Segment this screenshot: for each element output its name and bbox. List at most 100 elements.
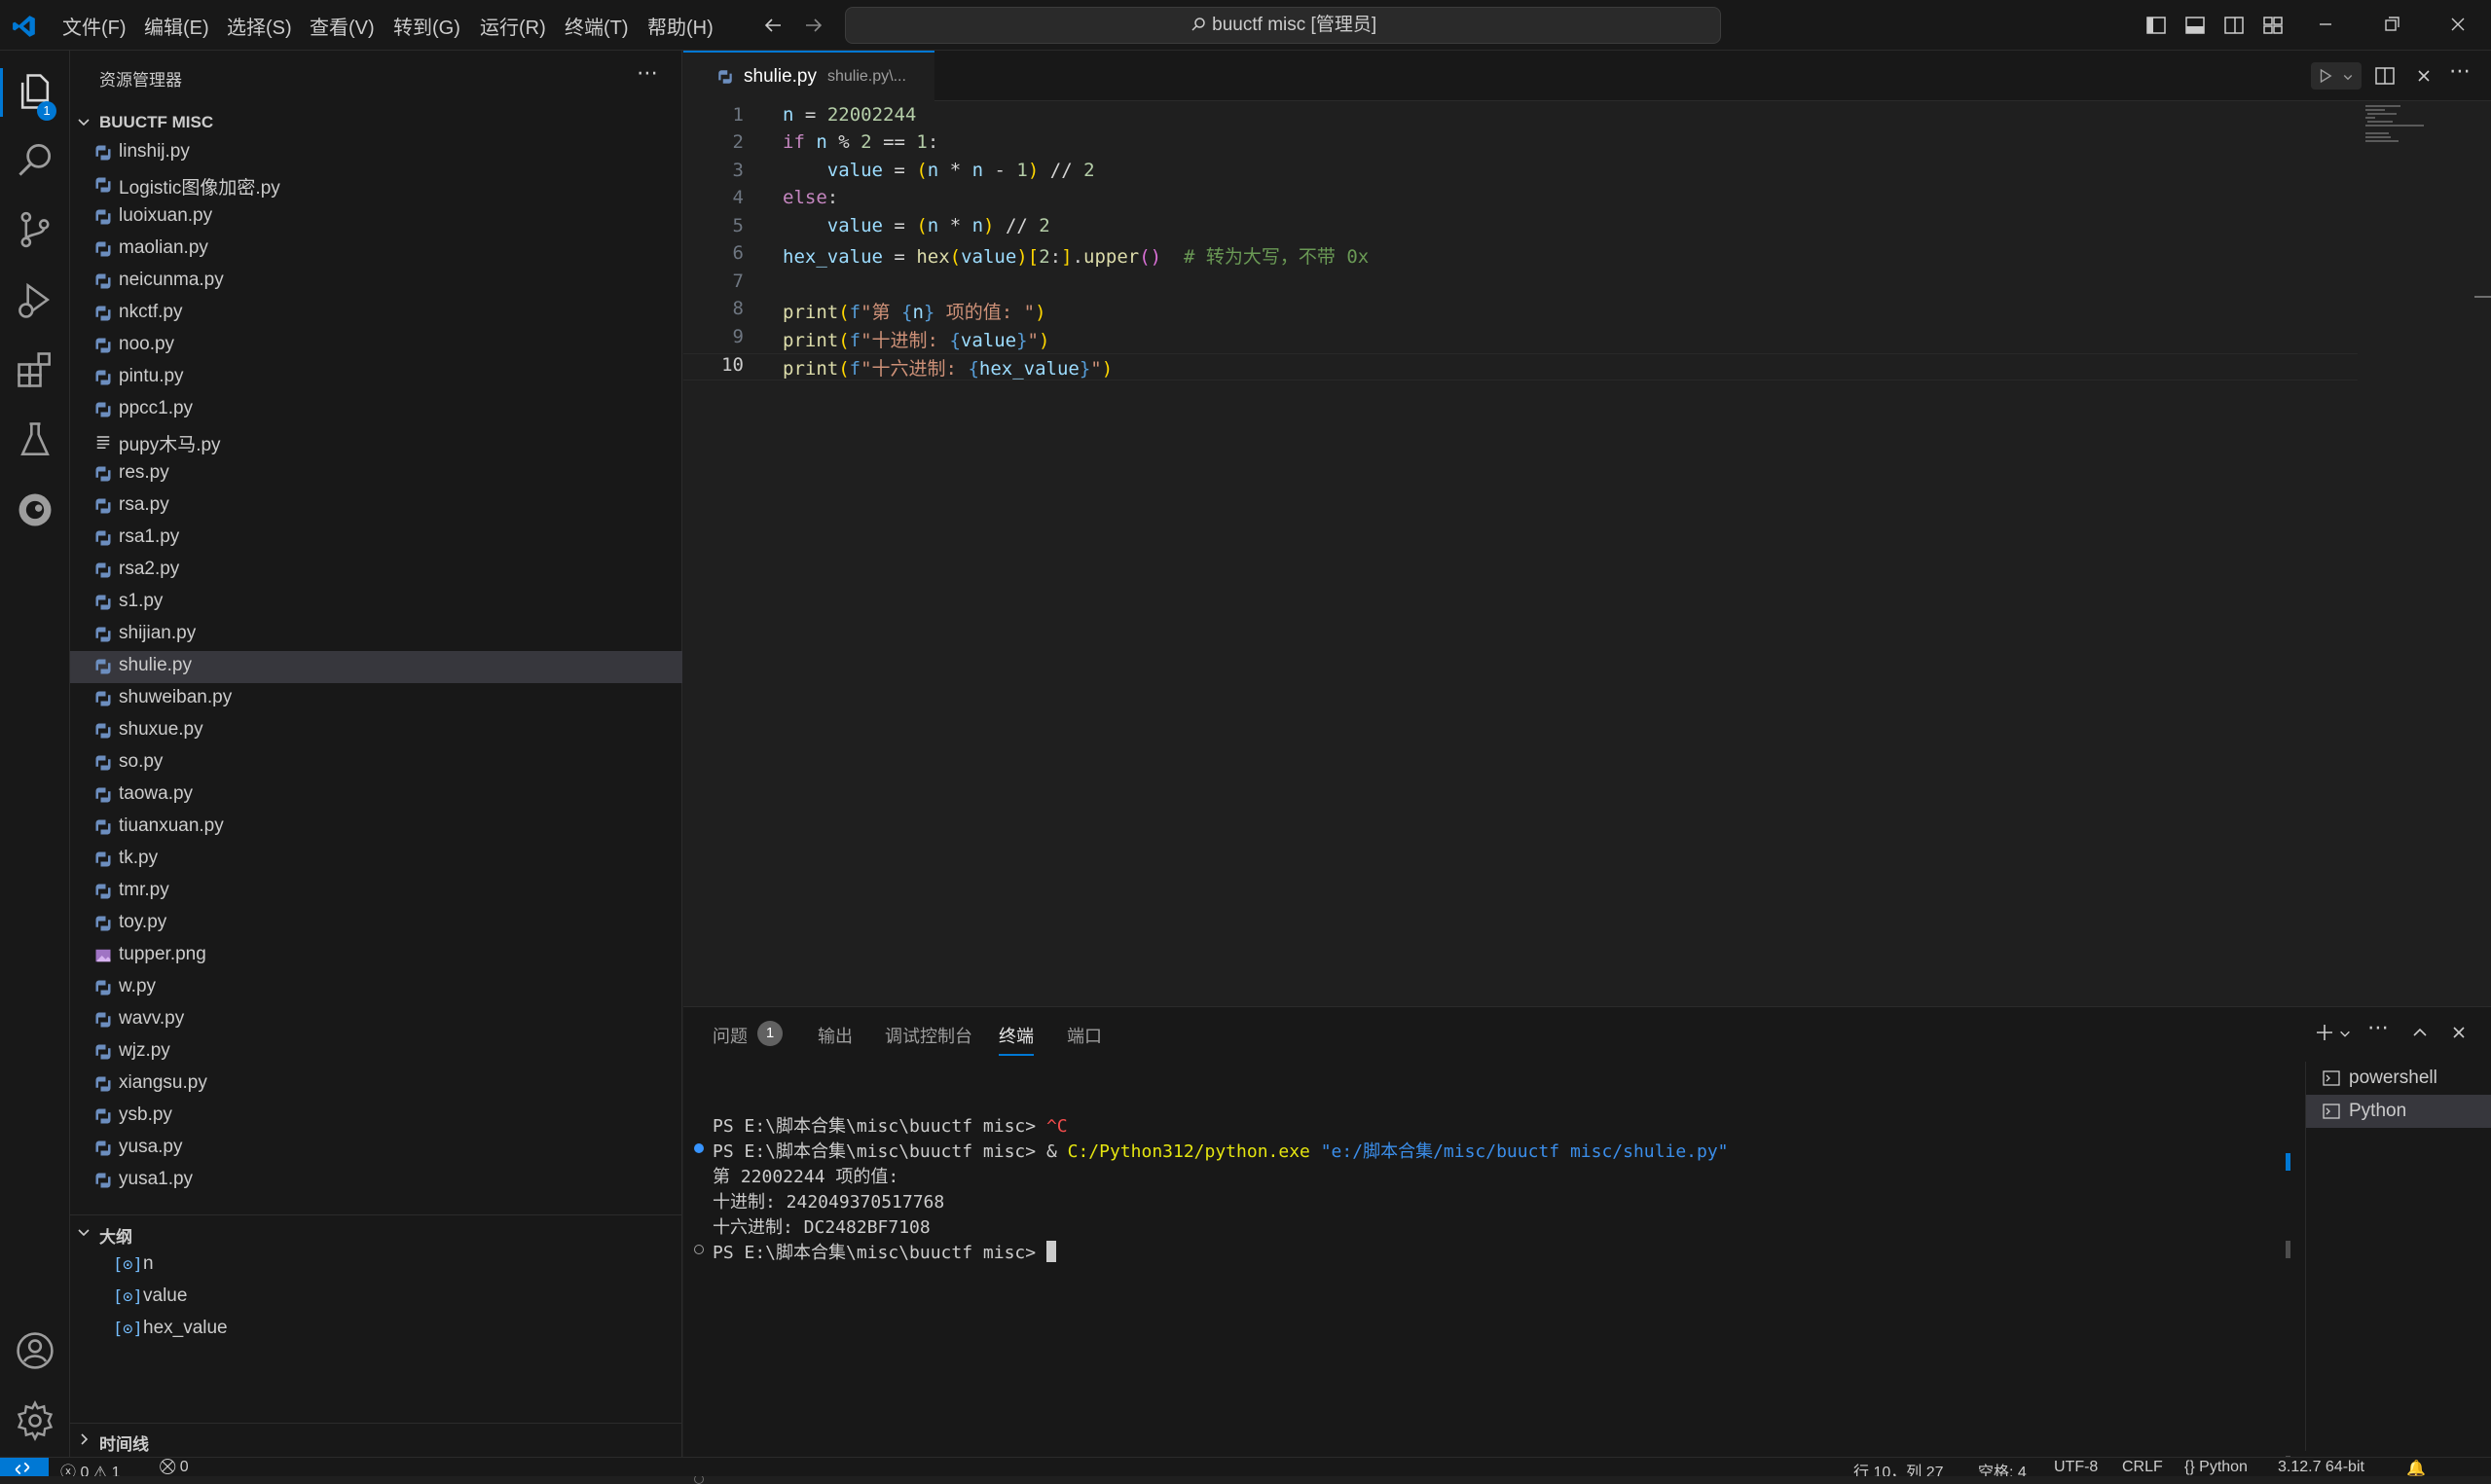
file-tree-item[interactable]: rsa2.py bbox=[70, 555, 682, 587]
menu-go[interactable]: 转到(G) bbox=[393, 12, 460, 40]
code-editor[interactable]: 1n = 22002244 2 if n % 2 == 1: 3 value = … bbox=[683, 101, 2491, 1006]
tab-output[interactable]: 输出 bbox=[818, 1023, 853, 1048]
tab-ports[interactable]: 端口 bbox=[1067, 1023, 1102, 1048]
file-name: w.py bbox=[119, 976, 157, 996]
eol-status[interactable]: CRLF bbox=[2122, 1459, 2163, 1476]
file-tree-item[interactable]: rsa1.py bbox=[70, 523, 682, 555]
command-success-dot[interactable] bbox=[694, 1143, 704, 1153]
file-tree-item[interactable]: neicunma.py bbox=[70, 266, 682, 298]
problems-status[interactable]: ⓧ 0 ⚠ 1 bbox=[60, 1459, 121, 1476]
file-tree-item[interactable]: yusa1.py bbox=[70, 1165, 682, 1197]
python-interpreter[interactable]: 3.12.7 64-bit bbox=[2278, 1459, 2364, 1476]
forward-arrow-icon[interactable] bbox=[802, 14, 825, 37]
file-tree-item[interactable]: shuxue.py bbox=[70, 715, 682, 747]
customize-layout-icon[interactable] bbox=[2261, 14, 2285, 37]
tab-problems[interactable]: 问题 bbox=[713, 1023, 748, 1048]
tab-shulie[interactable]: shulie.py shulie.py\... bbox=[683, 51, 934, 101]
file-tree-item[interactable]: tmr.py bbox=[70, 876, 682, 908]
file-tree-item[interactable]: nkctf.py bbox=[70, 298, 682, 330]
toggle-panel-icon[interactable] bbox=[2183, 14, 2207, 37]
remote-explorer-icon[interactable] bbox=[14, 489, 56, 531]
panel-more-icon[interactable]: ⋯ bbox=[2367, 1015, 2389, 1040]
chevron-down-icon[interactable] bbox=[2338, 1027, 2352, 1040]
command-center-search[interactable]: buuctf misc [管理员] bbox=[845, 7, 1721, 44]
file-tree-item[interactable]: s1.py bbox=[70, 587, 682, 619]
text-file-icon bbox=[96, 436, 110, 449]
back-arrow-icon[interactable] bbox=[761, 14, 785, 37]
file-tree-item[interactable]: pupy木马.py bbox=[70, 426, 682, 458]
outline-item[interactable]: [⊙] value bbox=[70, 1282, 682, 1314]
run-python-button[interactable] bbox=[2311, 62, 2362, 90]
file-tree-item[interactable]: toy.py bbox=[70, 908, 682, 940]
tab-debug-console[interactable]: 调试控制台 bbox=[885, 1023, 972, 1048]
file-tree-item[interactable]: luoixuan.py bbox=[70, 201, 682, 234]
file-tree-item[interactable]: ysb.py bbox=[70, 1101, 682, 1133]
file-tree-item[interactable]: shuweiban.py bbox=[70, 683, 682, 715]
menu-help[interactable]: 帮助(H) bbox=[647, 12, 714, 40]
language-mode[interactable]: {} Python bbox=[2184, 1459, 2248, 1476]
file-tree-item[interactable]: tiuanxuan.py bbox=[70, 812, 682, 844]
file-tree-item[interactable]: ppcc1.py bbox=[70, 394, 682, 426]
settings-gear-icon[interactable] bbox=[14, 1399, 56, 1442]
minimap[interactable] bbox=[2360, 101, 2491, 1006]
command-pending-dot[interactable] bbox=[694, 1245, 704, 1254]
toggle-sidebar-icon[interactable] bbox=[2144, 14, 2168, 37]
file-tree-item[interactable]: rsa.py bbox=[70, 490, 682, 523]
new-terminal-icon[interactable] bbox=[2313, 1021, 2336, 1044]
run-debug-icon[interactable] bbox=[14, 278, 56, 321]
terminal-output[interactable]: PS E:\脚本合集\misc\buuctf misc> ^C PS E:\脚本… bbox=[683, 1062, 2305, 1484]
terminal-entry-powershell[interactable]: powershell bbox=[2306, 1062, 2491, 1095]
testing-flask-icon[interactable] bbox=[14, 418, 56, 461]
notifications-icon[interactable]: 🔔 bbox=[2406, 1459, 2426, 1476]
timeline-header[interactable]: 时间线 bbox=[70, 1423, 682, 1456]
restore-icon[interactable] bbox=[2375, 10, 2408, 39]
file-tree-item[interactable]: wjz.py bbox=[70, 1036, 682, 1068]
close-panel-icon[interactable] bbox=[2447, 1021, 2471, 1044]
search-icon[interactable] bbox=[14, 138, 56, 181]
menu-file[interactable]: 文件(F) bbox=[62, 12, 127, 40]
menu-run[interactable]: 运行(R) bbox=[480, 12, 546, 40]
terminal-entry-python[interactable]: Python bbox=[2306, 1095, 2491, 1128]
terminal-icon bbox=[2323, 1070, 2340, 1086]
outline-item[interactable]: [⊙] hex_value bbox=[70, 1314, 682, 1346]
file-tree-item[interactable]: shijian.py bbox=[70, 619, 682, 651]
file-tree-item[interactable]: linshij.py bbox=[70, 137, 682, 169]
minimize-icon[interactable] bbox=[2309, 10, 2342, 39]
remote-indicator-button[interactable] bbox=[0, 1458, 49, 1476]
menu-selection[interactable]: 选择(S) bbox=[227, 12, 292, 40]
more-actions-icon[interactable]: ⋯ bbox=[637, 60, 659, 86]
file-tree-item[interactable]: tupper.png bbox=[70, 940, 682, 972]
indentation-status[interactable]: 空格: 4 bbox=[1978, 1459, 2027, 1476]
file-tree-item[interactable]: pintu.py bbox=[70, 362, 682, 394]
split-editor-icon[interactable] bbox=[2373, 64, 2397, 88]
file-tree-item[interactable]: xiangsu.py bbox=[70, 1068, 682, 1101]
close-window-icon[interactable] bbox=[2441, 10, 2474, 39]
file-tree-item[interactable]: yusa.py bbox=[70, 1133, 682, 1165]
account-icon[interactable] bbox=[14, 1329, 56, 1372]
menu-edit[interactable]: 编辑(E) bbox=[144, 12, 209, 40]
cursor-position[interactable]: 行 10，列 27 bbox=[1853, 1459, 1944, 1476]
menu-terminal[interactable]: 终端(T) bbox=[565, 12, 629, 40]
editor-more-icon[interactable]: ⋯ bbox=[2449, 58, 2471, 84]
outline-item[interactable]: [⊙] n bbox=[70, 1249, 682, 1282]
toggle-secondary-sidebar-icon[interactable] bbox=[2222, 14, 2246, 37]
file-tree-item[interactable]: tk.py bbox=[70, 844, 682, 876]
file-tree-item[interactable]: shulie.py bbox=[70, 651, 682, 683]
file-tree-item[interactable]: taowa.py bbox=[70, 779, 682, 812]
file-tree-item[interactable]: so.py bbox=[70, 747, 682, 779]
close-editor-icon[interactable] bbox=[2412, 64, 2436, 88]
file-tree-item[interactable]: w.py bbox=[70, 972, 682, 1004]
file-tree-item[interactable]: maolian.py bbox=[70, 234, 682, 266]
file-tree-item[interactable]: noo.py bbox=[70, 330, 682, 362]
encoding-status[interactable]: UTF-8 bbox=[2054, 1459, 2098, 1476]
file-tree-item[interactable]: Logistic图像加密.py bbox=[70, 169, 682, 201]
menu-view[interactable]: 查看(V) bbox=[310, 12, 375, 40]
maximize-panel-icon[interactable] bbox=[2408, 1021, 2432, 1044]
source-control-icon[interactable] bbox=[14, 208, 56, 251]
tab-terminal[interactable]: 终端 bbox=[999, 1023, 1034, 1056]
outline-header[interactable]: 大纲 bbox=[70, 1214, 682, 1248]
ports-status[interactable]: ⛒ 0 bbox=[160, 1459, 189, 1476]
file-tree-item[interactable]: res.py bbox=[70, 458, 682, 490]
file-tree-item[interactable]: wavv.py bbox=[70, 1004, 682, 1036]
extensions-icon[interactable] bbox=[14, 348, 56, 391]
